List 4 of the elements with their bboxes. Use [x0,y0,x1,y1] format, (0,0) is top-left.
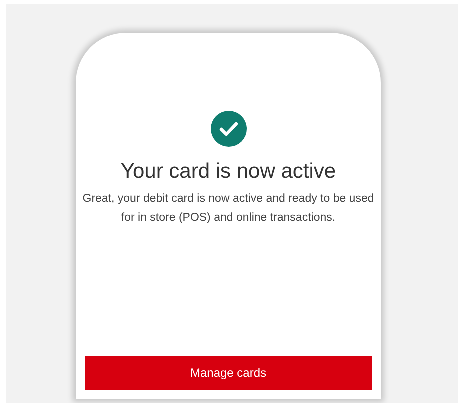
manage-cards-button[interactable]: Manage cards [85,356,372,390]
title: Your card is now active [120,159,336,185]
check-circle-icon [210,111,246,147]
message: Great, your debit card is now active and ready to be used for in store (POS) and online transactions. [82,192,376,226]
